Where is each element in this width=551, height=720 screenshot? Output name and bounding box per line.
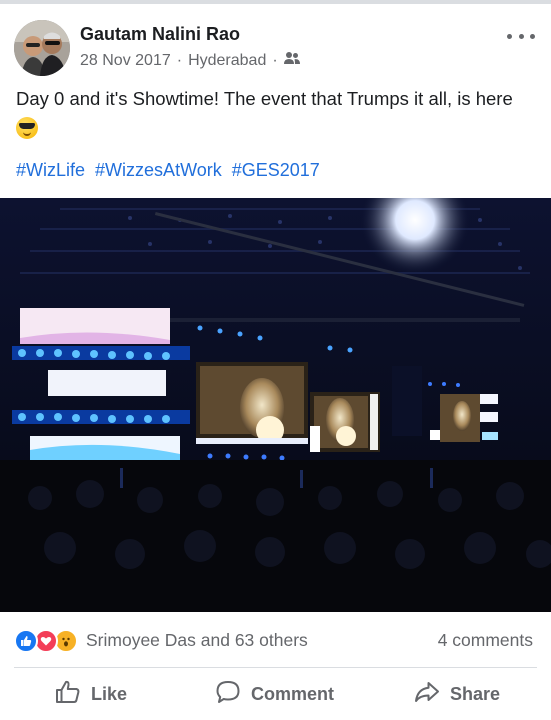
comment-count[interactable]: 4 comments bbox=[438, 630, 533, 651]
post-photo[interactable] bbox=[0, 198, 551, 612]
more-options-button[interactable] bbox=[507, 26, 535, 46]
meta-separator: · bbox=[176, 51, 183, 69]
reacted-by-text[interactable]: Srimoyee Das and 63 others bbox=[86, 630, 308, 651]
more-dot bbox=[530, 33, 535, 39]
top-divider bbox=[0, 0, 551, 4]
post-date[interactable]: 28 Nov 2017 bbox=[80, 52, 171, 70]
like-label: Like bbox=[91, 683, 128, 704]
post-text: Day 0 and it's Showtime! The event that … bbox=[16, 84, 536, 144]
sunglasses-emoji-icon bbox=[16, 117, 38, 139]
comment-label: Comment bbox=[251, 683, 335, 704]
post-location[interactable]: Hyderabad bbox=[188, 52, 266, 70]
author-name[interactable]: Gautam Nalini Rao bbox=[80, 24, 240, 45]
action-divider bbox=[14, 667, 537, 668]
action-bar: Like Comment Share bbox=[0, 672, 551, 716]
hashtag-list: #WizLife #WizzesAtWork #GES2017 bbox=[16, 160, 325, 181]
more-dot bbox=[518, 33, 524, 39]
post-body: Day 0 and it's Showtime! The event that … bbox=[16, 88, 513, 109]
meta-separator: · bbox=[272, 51, 278, 69]
avatar[interactable] bbox=[14, 20, 70, 76]
share-button[interactable]: Share bbox=[414, 672, 500, 716]
like-button[interactable]: Like bbox=[55, 672, 127, 716]
share-arrow-icon bbox=[414, 679, 440, 710]
post-meta: 28 Nov 2017 · Hyderabad · bbox=[80, 51, 300, 70]
more-dot bbox=[507, 33, 512, 39]
hashtag-link[interactable]: #GES2017 bbox=[232, 160, 320, 180]
friends-icon bbox=[283, 51, 300, 70]
post-header: Gautam Nalini Rao 28 Nov 2017 · Hyderaba… bbox=[14, 18, 537, 78]
reaction-icons bbox=[14, 629, 84, 653]
hashtag-link[interactable]: #WizzesAtWork bbox=[95, 160, 222, 180]
share-label: Share bbox=[450, 683, 501, 704]
comment-button[interactable]: Comment bbox=[215, 672, 334, 716]
thumbs-up-icon bbox=[55, 679, 81, 710]
reaction-summary[interactable]: Srimoyee Das and 63 others 4 comments bbox=[14, 626, 537, 656]
comment-bubble-icon bbox=[215, 679, 241, 710]
like-icon bbox=[14, 629, 38, 653]
hashtag-link[interactable]: #WizLife bbox=[16, 160, 85, 180]
